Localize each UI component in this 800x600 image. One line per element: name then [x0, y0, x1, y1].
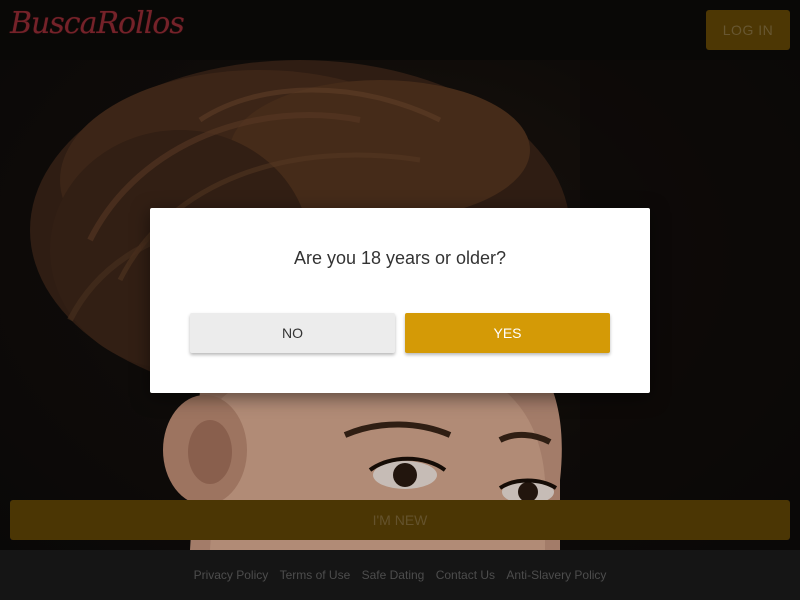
age-question: Are you 18 years or older?: [293, 248, 507, 268]
page: BuscaRollos LOG IN I'M NEW Privacy Polic…: [0, 0, 800, 600]
age-verification-dialog: Are you 18 years or older? NO YES: [150, 208, 650, 393]
no-button[interactable]: NO: [190, 313, 395, 353]
yes-button[interactable]: YES: [405, 313, 610, 353]
